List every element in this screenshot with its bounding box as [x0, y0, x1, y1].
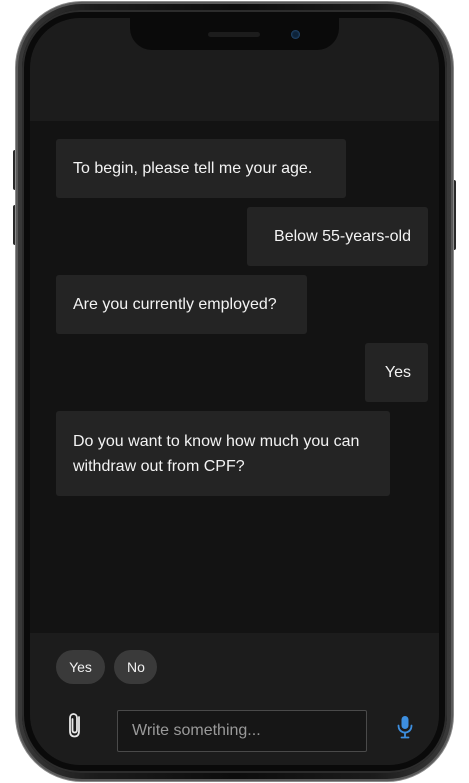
bot-message: To begin, please tell me your age. — [56, 139, 346, 198]
bot-message: Do you want to know how much you can wit… — [56, 411, 390, 496]
bot-message: Are you currently employed? — [56, 275, 307, 334]
microphone-icon[interactable] — [395, 714, 415, 742]
notch — [130, 18, 339, 50]
stage: To begin, please tell me your age. Below… — [0, 0, 469, 783]
composer-bar — [30, 706, 439, 765]
front-camera — [291, 30, 300, 39]
quick-reply-yes[interactable]: Yes — [56, 650, 105, 684]
paperclip-icon[interactable] — [66, 710, 86, 740]
user-message: Below 55-years-old — [247, 207, 428, 266]
quick-replies: Yes No — [30, 633, 439, 706]
quick-reply-no[interactable]: No — [114, 650, 157, 684]
user-message: Yes — [365, 343, 428, 402]
phone-screen: To begin, please tell me your age. Below… — [30, 18, 439, 765]
chat-messages[interactable]: To begin, please tell me your age. Below… — [30, 121, 439, 633]
message-input[interactable] — [117, 710, 367, 752]
speaker-grille — [208, 32, 260, 37]
